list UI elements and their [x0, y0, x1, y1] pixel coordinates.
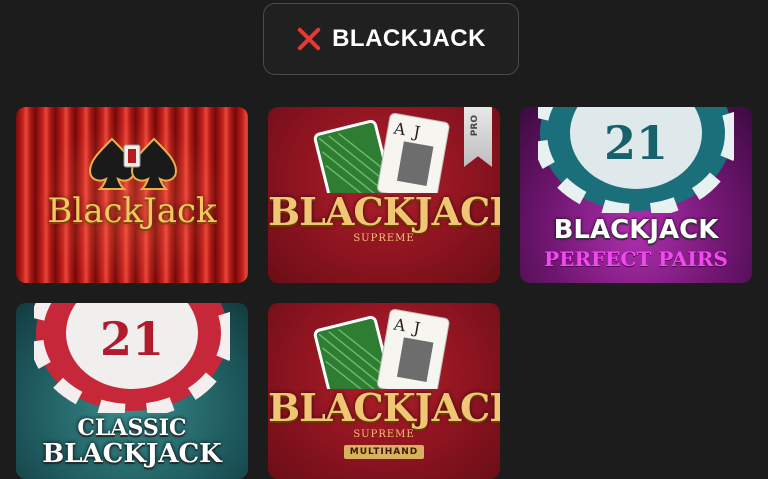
- playing-cards-icon: A J: [313, 309, 450, 389]
- game-subtitle: SUPREME: [353, 233, 415, 244]
- close-icon[interactable]: [296, 26, 322, 52]
- tile-artwork: 21 BLACKJACK PERFECT PAIRS: [520, 107, 752, 283]
- game-tile-blackjack-perfect-pairs[interactable]: 21 BLACKJACK PERFECT PAIRS: [520, 107, 752, 283]
- game-title: BLACKJACK: [268, 189, 500, 234]
- game-tile-blackjack-supreme-multihand[interactable]: A J BLACKJACK SUPREME MULTIHAND: [268, 303, 500, 479]
- game-title: BLACKJACK: [42, 439, 222, 469]
- game-tile-blackjack-supreme[interactable]: A J PRO BLACKJACK SUPREME: [268, 107, 500, 283]
- game-tag-multihand: MULTIHAND: [344, 445, 424, 459]
- casino-chip-icon: 21: [34, 303, 230, 413]
- game-title: BLACKJACK: [268, 385, 500, 430]
- spades-icon: [88, 137, 178, 190]
- tile-artwork: 21 CLASSIC BLACKJACK: [16, 303, 248, 479]
- tile-artwork: BlackJack: [16, 107, 248, 283]
- filter-chip-blackjack[interactable]: BLACKJACK: [263, 3, 519, 75]
- pro-badge: PRO: [464, 107, 492, 167]
- chip-number: 21: [100, 312, 164, 366]
- filter-chip-label: BLACKJACK: [332, 25, 486, 52]
- game-title: BLACKJACK: [553, 215, 719, 245]
- tile-artwork: A J PRO BLACKJACK SUPREME: [268, 107, 500, 283]
- game-tile-blackjack[interactable]: BlackJack: [16, 107, 248, 283]
- game-title: BlackJack: [47, 191, 217, 231]
- playing-cards-icon: A J: [313, 113, 450, 193]
- game-subtitle: PERFECT PAIRS: [544, 247, 728, 271]
- pro-badge-label: PRO: [470, 115, 480, 137]
- game-tile-classic-blackjack[interactable]: 21 CLASSIC BLACKJACK: [16, 303, 248, 479]
- chip-number: 21: [604, 116, 668, 170]
- tile-artwork: A J BLACKJACK SUPREME MULTIHAND: [268, 303, 500, 479]
- game-subtitle: SUPREME: [353, 429, 415, 440]
- casino-chip-icon: 21: [538, 107, 734, 213]
- game-title-top: CLASSIC: [77, 415, 187, 441]
